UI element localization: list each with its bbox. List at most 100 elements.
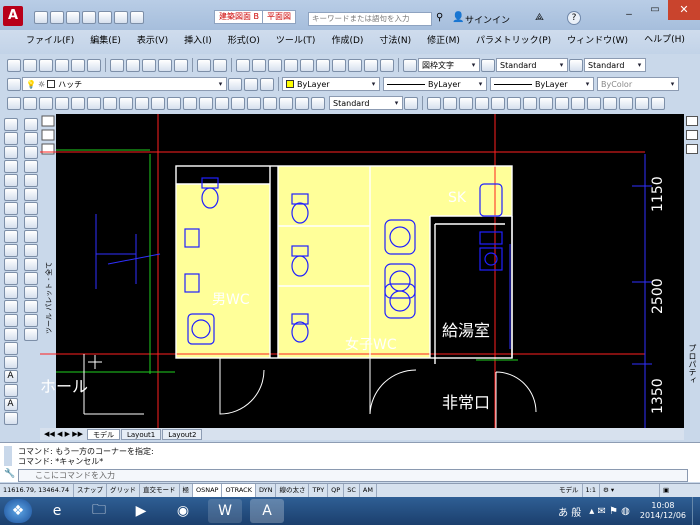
dim-break-icon[interactable] bbox=[199, 96, 213, 110]
block-editor-icon[interactable] bbox=[174, 58, 188, 72]
toggle-snap[interactable]: スナップ bbox=[74, 484, 107, 497]
menu-file[interactable]: ファイル(F) bbox=[18, 30, 82, 46]
layer-select[interactable]: 💡 ☼ ハッチ ▾ bbox=[22, 77, 227, 91]
move-icon[interactable] bbox=[23, 188, 38, 201]
start-button[interactable]: ❖ bbox=[4, 499, 32, 523]
qnew-icon[interactable] bbox=[7, 58, 21, 72]
room-label-kitchen[interactable]: 給湯室 bbox=[442, 321, 490, 340]
dim-1150[interactable]: 1150 bbox=[650, 176, 666, 212]
toggle-grid[interactable]: グリッド bbox=[107, 484, 140, 497]
undo-icon[interactable] bbox=[114, 11, 128, 24]
snap-midpoint-icon[interactable] bbox=[443, 96, 457, 110]
snap-node-icon[interactable] bbox=[603, 96, 617, 110]
ellipse-icon[interactable] bbox=[3, 244, 18, 257]
open-icon[interactable] bbox=[50, 11, 64, 24]
workspace-label[interactable]: 建築図面 B bbox=[214, 10, 265, 24]
show-desktop-button[interactable] bbox=[692, 497, 700, 525]
toggle-lineweight[interactable]: 線の太さ bbox=[276, 484, 310, 497]
layer-state-icon[interactable] bbox=[260, 77, 274, 91]
palette-title[interactable]: ツール パレット - 全て bbox=[44, 262, 53, 334]
explode-icon[interactable] bbox=[23, 328, 38, 341]
quickcalc-icon[interactable] bbox=[380, 58, 394, 72]
room-label-hall[interactable]: ホール bbox=[40, 377, 88, 396]
center-mark-icon[interactable] bbox=[231, 96, 245, 110]
extend-icon[interactable] bbox=[23, 258, 38, 271]
print-icon[interactable] bbox=[98, 11, 112, 24]
gradient-icon[interactable] bbox=[3, 328, 18, 341]
plotstyle-select[interactable]: ByColor ▾ bbox=[597, 77, 679, 91]
pan-icon[interactable] bbox=[236, 58, 250, 72]
binoculars-icon[interactable]: ⚲ bbox=[436, 12, 443, 23]
stretch-icon[interactable] bbox=[23, 230, 38, 243]
dim-style-manager-icon[interactable] bbox=[404, 96, 418, 110]
snap-parallel-icon[interactable] bbox=[571, 96, 585, 110]
clock[interactable]: 10:08 2014/12/06 bbox=[640, 501, 686, 521]
search-input[interactable]: キーワードまたは語句を入力 bbox=[308, 12, 432, 26]
tool-palettes-icon[interactable] bbox=[332, 58, 346, 72]
undo-tb-icon[interactable] bbox=[197, 58, 211, 72]
copy-icon[interactable] bbox=[126, 58, 140, 72]
snap-endpoint-icon[interactable] bbox=[427, 96, 441, 110]
osnap-settings-icon[interactable] bbox=[651, 96, 665, 110]
close-icon[interactable]: ✕ bbox=[668, 0, 700, 20]
menu-draw[interactable]: 作成(D) bbox=[323, 30, 371, 46]
folder-icon[interactable]: 🗀 bbox=[82, 499, 116, 523]
tray-icons[interactable]: ▴ ✉ ⚑ ◍ bbox=[589, 506, 630, 517]
table-style-select[interactable]: Standard ▾ bbox=[584, 58, 646, 72]
menu-parametric[interactable]: パラメトリック(P) bbox=[468, 30, 559, 46]
signin-link[interactable]: サインイン bbox=[465, 13, 510, 26]
revcloud-icon[interactable] bbox=[3, 216, 18, 229]
linetype-select[interactable]: ByLayer ▾ bbox=[383, 77, 487, 91]
dim-arc-icon[interactable] bbox=[39, 96, 53, 110]
point-icon[interactable] bbox=[3, 300, 18, 313]
sink-label[interactable]: SK bbox=[448, 190, 467, 206]
dim-angular-icon[interactable] bbox=[119, 96, 133, 110]
join-icon[interactable] bbox=[23, 286, 38, 299]
xline-icon[interactable] bbox=[3, 132, 18, 145]
menu-edit[interactable]: 編集(E) bbox=[82, 30, 129, 46]
palette-autohide-icon[interactable] bbox=[41, 129, 55, 141]
zoom-window-icon[interactable] bbox=[268, 58, 282, 72]
cut-icon[interactable] bbox=[110, 58, 124, 72]
dim-1350[interactable]: 1350 bbox=[650, 378, 666, 414]
layer-manager-icon[interactable] bbox=[7, 77, 21, 91]
room-label-women[interactable]: 女子WC bbox=[345, 336, 397, 353]
insert-block-icon[interactable] bbox=[3, 272, 18, 285]
tab-layout1[interactable]: Layout1 bbox=[120, 428, 162, 440]
dim-linear-icon[interactable] bbox=[7, 96, 21, 110]
line-icon[interactable] bbox=[3, 118, 18, 131]
menu-modify[interactable]: 修正(M) bbox=[419, 30, 468, 46]
snap-insert-icon[interactable] bbox=[587, 96, 601, 110]
autocad-task-icon[interactable]: A bbox=[250, 499, 284, 523]
publish-icon[interactable] bbox=[87, 58, 101, 72]
dim-style-select-2[interactable]: Standard ▾ bbox=[329, 96, 403, 110]
dim-text-edit-icon[interactable] bbox=[295, 96, 309, 110]
quick-dim-icon[interactable] bbox=[135, 96, 149, 110]
snap-apparent-icon[interactable] bbox=[475, 96, 489, 110]
array-icon[interactable] bbox=[23, 174, 38, 187]
dim-update-icon[interactable] bbox=[311, 96, 325, 110]
redo-icon[interactable] bbox=[130, 11, 144, 24]
dim-jogged-icon[interactable] bbox=[87, 96, 101, 110]
text-edit-icon[interactable] bbox=[3, 412, 18, 425]
snap-nearest-icon[interactable] bbox=[619, 96, 633, 110]
tolerance-icon[interactable] bbox=[215, 96, 229, 110]
menu-tools[interactable]: ツール(T) bbox=[268, 30, 324, 46]
make-block-icon[interactable] bbox=[3, 286, 18, 299]
ie-icon[interactable]: e bbox=[40, 499, 74, 523]
annotation-scale[interactable]: 1:1 bbox=[583, 484, 600, 497]
snap-tangent-icon[interactable] bbox=[539, 96, 553, 110]
ime-indicator[interactable]: あ 般 bbox=[558, 504, 581, 519]
new-icon[interactable] bbox=[34, 11, 48, 24]
menu-insert[interactable]: 挿入(I) bbox=[176, 30, 220, 46]
workspace-switch-icon[interactable]: ⚙ ▾ bbox=[600, 484, 660, 497]
markup-icon[interactable] bbox=[364, 58, 378, 72]
layer-current-icon[interactable] bbox=[228, 77, 242, 91]
toggle-otrack[interactable]: OTRACK bbox=[222, 484, 256, 497]
design-center-icon[interactable] bbox=[316, 58, 330, 72]
inspect-icon[interactable] bbox=[247, 96, 261, 110]
toggle-am[interactable]: AM bbox=[360, 484, 377, 497]
save-icon[interactable] bbox=[66, 11, 80, 24]
command-input[interactable]: ここにコマンドを入力 bbox=[18, 469, 688, 482]
menu-dimension[interactable]: 寸法(N) bbox=[371, 30, 419, 46]
